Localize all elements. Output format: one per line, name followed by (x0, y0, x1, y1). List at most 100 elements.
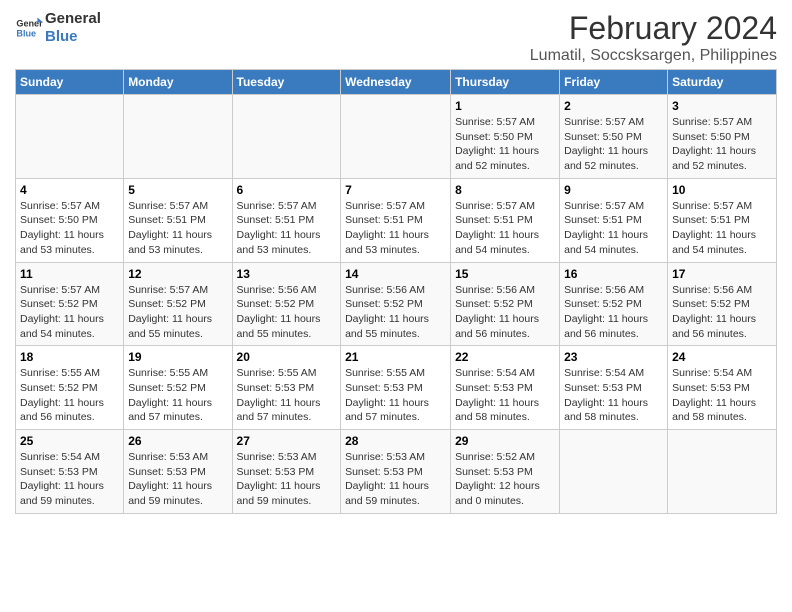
day-info: Sunrise: 5:57 AMSunset: 5:51 PMDaylight:… (345, 199, 446, 258)
calendar-cell (341, 95, 451, 179)
day-info: Sunrise: 5:57 AMSunset: 5:50 PMDaylight:… (564, 115, 663, 174)
day-info: Sunrise: 5:53 AMSunset: 5:53 PMDaylight:… (128, 450, 227, 509)
header-friday: Friday (560, 70, 668, 95)
page-subtitle: Lumatil, Soccsksargen, Philippines (530, 47, 777, 65)
calendar-cell: 24 Sunrise: 5:54 AMSunset: 5:53 PMDayligh… (668, 346, 777, 430)
day-info: Sunrise: 5:54 AMSunset: 5:53 PMDaylight:… (20, 450, 119, 509)
calendar-cell: 9Sunrise: 5:57 AMSunset: 5:51 PMDaylight… (560, 178, 668, 262)
day-number: 27 (237, 434, 337, 448)
page-header: General Blue General Blue February 2024 … (15, 10, 777, 65)
day-info: Sunrise: 5:55 AMSunset: 5:52 PMDaylight:… (128, 366, 227, 425)
day-number: 28 (345, 434, 446, 448)
day-number: 4 (20, 183, 119, 197)
calendar-cell (124, 95, 232, 179)
day-info: Sunrise: 5:57 AMSunset: 5:52 PMDaylight:… (128, 283, 227, 342)
calendar-header: SundayMondayTuesdayWednesdayThursdayFrid… (16, 70, 777, 95)
day-number: 17 (672, 267, 772, 281)
day-info: Sunrise: 5:53 AMSunset: 5:53 PMDaylight:… (345, 450, 446, 509)
calendar-cell: 29Sunrise: 5:52 AMSunset: 5:53 PMDayligh… (451, 430, 560, 514)
calendar-cell: 16 Sunrise: 5:56 AMSunset: 5:52 PMDayligh… (560, 262, 668, 346)
day-info: Sunrise: 5:55 AMSunset: 5:53 PMDaylight:… (345, 366, 446, 425)
day-number: 13 (237, 267, 337, 281)
day-info: Sunrise: 5:55 AMSunset: 5:52 PMDaylight:… (20, 366, 119, 425)
day-info: Sunrise: 5:53 AMSunset: 5:53 PMDaylight:… (237, 450, 337, 509)
logo-icon: General Blue (15, 14, 43, 42)
day-info: Sunrise: 5:57 AMSunset: 5:50 PMDaylight:… (20, 199, 119, 258)
day-number: 15 (455, 267, 555, 281)
day-number: 8 (455, 183, 555, 197)
day-info: Sunrise: 5:54 AMSunset: 5:53 PMDaylight:… (455, 366, 555, 425)
day-number: 2 (564, 99, 663, 113)
day-number: 14 (345, 267, 446, 281)
day-info: Sunrise: 5:57 AMSunset: 5:51 PMDaylight:… (672, 199, 772, 258)
calendar-cell: 5 Sunrise: 5:57 AMSunset: 5:51 PMDaylight… (124, 178, 232, 262)
calendar-cell: 14Sunrise: 5:56 AMSunset: 5:52 PMDayligh… (341, 262, 451, 346)
calendar-cell: 10Sunrise: 5:57 AMSunset: 5:51 PMDayligh… (668, 178, 777, 262)
header-monday: Monday (124, 70, 232, 95)
header-wednesday: Wednesday (341, 70, 451, 95)
day-number: 6 (237, 183, 337, 197)
logo-text-blue: Blue (45, 28, 101, 46)
day-number: 9 (564, 183, 663, 197)
day-number: 22 (455, 350, 555, 364)
calendar-cell: 27 Sunrise: 5:53 AMSunset: 5:53 PMDayligh… (232, 430, 341, 514)
calendar-cell: 11 Sunrise: 5:57 AMSunset: 5:52 PMDayligh… (16, 262, 124, 346)
calendar-cell: 13 Sunrise: 5:56 AMSunset: 5:52 PMDayligh… (232, 262, 341, 346)
calendar-cell: 22 Sunrise: 5:54 AMSunset: 5:53 PMDayligh… (451, 346, 560, 430)
day-info: Sunrise: 5:57 AMSunset: 5:51 PMDaylight:… (128, 199, 227, 258)
calendar-cell (668, 430, 777, 514)
calendar-week-1: 1Sunrise: 5:57 AMSunset: 5:50 PMDaylight… (16, 95, 777, 179)
day-number: 3 (672, 99, 772, 113)
day-info: Sunrise: 5:57 AMSunset: 5:50 PMDaylight:… (672, 115, 772, 174)
day-info: Sunrise: 5:56 AMSunset: 5:52 PMDaylight:… (564, 283, 663, 342)
calendar-cell: 25 Sunrise: 5:54 AMSunset: 5:53 PMDayligh… (16, 430, 124, 514)
day-info: Sunrise: 5:57 AMSunset: 5:51 PMDaylight:… (455, 199, 555, 258)
header-thursday: Thursday (451, 70, 560, 95)
calendar-cell: 6Sunrise: 5:57 AMSunset: 5:51 PMDaylight… (232, 178, 341, 262)
day-info: Sunrise: 5:56 AMSunset: 5:52 PMDaylight:… (672, 283, 772, 342)
calendar-cell: 19 Sunrise: 5:55 AMSunset: 5:52 PMDayligh… (124, 346, 232, 430)
header-saturday: Saturday (668, 70, 777, 95)
calendar-week-2: 4 Sunrise: 5:57 AMSunset: 5:50 PMDaylight… (16, 178, 777, 262)
day-number: 11 (20, 267, 119, 281)
day-info: Sunrise: 5:54 AMSunset: 5:53 PMDaylight:… (564, 366, 663, 425)
page-title: February 2024 (530, 10, 777, 47)
calendar-cell: 17 Sunrise: 5:56 AMSunset: 5:52 PMDayligh… (668, 262, 777, 346)
calendar-cell: 20Sunrise: 5:55 AMSunset: 5:53 PMDayligh… (232, 346, 341, 430)
svg-text:Blue: Blue (16, 28, 36, 38)
day-info: Sunrise: 5:57 AMSunset: 5:50 PMDaylight:… (455, 115, 555, 174)
header-tuesday: Tuesday (232, 70, 341, 95)
calendar-cell: 3 Sunrise: 5:57 AMSunset: 5:50 PMDaylight… (668, 95, 777, 179)
calendar-week-5: 25 Sunrise: 5:54 AMSunset: 5:53 PMDayligh… (16, 430, 777, 514)
day-info: Sunrise: 5:55 AMSunset: 5:53 PMDaylight:… (237, 366, 337, 425)
day-number: 19 (128, 350, 227, 364)
calendar-cell: 15Sunrise: 5:56 AMSunset: 5:52 PMDayligh… (451, 262, 560, 346)
day-number: 26 (128, 434, 227, 448)
header-sunday: Sunday (16, 70, 124, 95)
calendar-cell: 28 Sunrise: 5:53 AMSunset: 5:53 PMDayligh… (341, 430, 451, 514)
calendar-cell (560, 430, 668, 514)
calendar-cell: 12 Sunrise: 5:57 AMSunset: 5:52 PMDayligh… (124, 262, 232, 346)
calendar-cell: 7Sunrise: 5:57 AMSunset: 5:51 PMDaylight… (341, 178, 451, 262)
calendar-cell: 26 Sunrise: 5:53 AMSunset: 5:53 PMDayligh… (124, 430, 232, 514)
day-number: 16 (564, 267, 663, 281)
calendar-cell: 1Sunrise: 5:57 AMSunset: 5:50 PMDaylight… (451, 95, 560, 179)
calendar-week-4: 18Sunrise: 5:55 AMSunset: 5:52 PMDayligh… (16, 346, 777, 430)
day-number: 5 (128, 183, 227, 197)
calendar-cell: 21Sunrise: 5:55 AMSunset: 5:53 PMDayligh… (341, 346, 451, 430)
day-number: 23 (564, 350, 663, 364)
calendar-table: SundayMondayTuesdayWednesdayThursdayFrid… (15, 69, 777, 514)
calendar-cell (232, 95, 341, 179)
title-block: February 2024 Lumatil, Soccsksargen, Phi… (530, 10, 777, 65)
day-info: Sunrise: 5:54 AMSunset: 5:53 PMDaylight:… (672, 366, 772, 425)
logo-text-general: General (45, 10, 101, 28)
day-number: 29 (455, 434, 555, 448)
day-info: Sunrise: 5:56 AMSunset: 5:52 PMDaylight:… (237, 283, 337, 342)
calendar-week-3: 11 Sunrise: 5:57 AMSunset: 5:52 PMDayligh… (16, 262, 777, 346)
calendar-body: 1Sunrise: 5:57 AMSunset: 5:50 PMDaylight… (16, 95, 777, 514)
day-number: 24 (672, 350, 772, 364)
calendar-cell: 23 Sunrise: 5:54 AMSunset: 5:53 PMDayligh… (560, 346, 668, 430)
day-number: 25 (20, 434, 119, 448)
day-info: Sunrise: 5:57 AMSunset: 5:52 PMDaylight:… (20, 283, 119, 342)
day-number: 12 (128, 267, 227, 281)
